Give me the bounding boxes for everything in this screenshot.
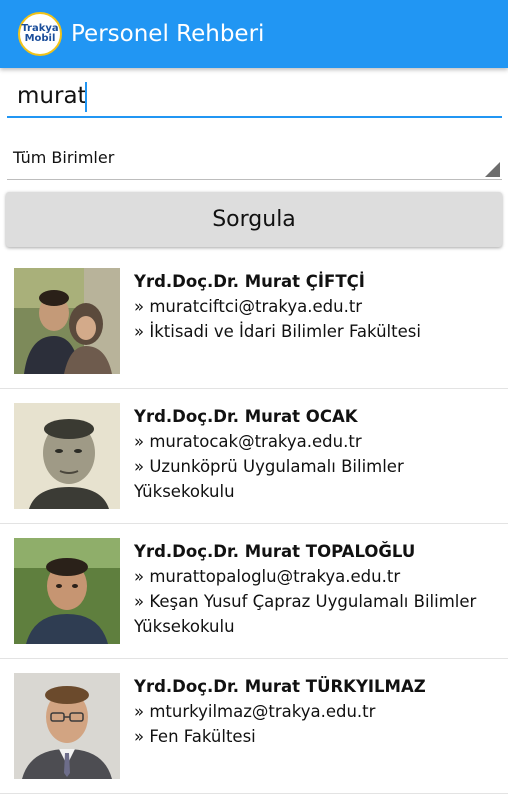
search-input[interactable] (7, 76, 502, 118)
person-unit: » Fen Fakültesi (134, 727, 256, 746)
person-name: Yrd.Doç.Dr. Murat TOPALOĞLU (134, 542, 416, 561)
person-unit: » Keşan Yusuf Çapraz Uygulamalı Bilimler… (134, 592, 477, 636)
text-cursor (85, 82, 87, 112)
person-email[interactable]: » mturkyilmaz@trakya.edu.tr (134, 699, 502, 724)
unit-select-value: Tüm Birimler (13, 147, 115, 167)
person-email[interactable]: » muratocak@trakya.edu.tr (134, 429, 502, 454)
app-bar: Trakya Mobil Personel Rehberi (0, 0, 508, 68)
person-name: Yrd.Doç.Dr. Murat OCAK (134, 407, 358, 426)
person-info: Yrd.Doç.Dr. Murat TOPALOĞLU » murattopal… (134, 540, 502, 639)
app-logo: Trakya Mobil (18, 12, 62, 56)
person-info: Yrd.Doç.Dr. Murat TÜRKYILMAZ » mturkyilm… (134, 675, 502, 749)
person-email[interactable]: » murattopaloglu@trakya.edu.tr (134, 564, 502, 589)
dropdown-arrow-icon (485, 162, 500, 177)
person-name: Yrd.Doç.Dr. Murat ÇİFTÇİ (134, 272, 365, 291)
list-item[interactable]: Yrd.Doç.Dr. Murat OCAK » muratocak@traky… (0, 389, 508, 524)
person-email[interactable]: » muratciftci@trakya.edu.tr (134, 294, 502, 319)
avatar (14, 538, 120, 644)
person-name: Yrd.Doç.Dr. Murat TÜRKYILMAZ (134, 677, 426, 696)
query-button[interactable]: Sorgula (6, 192, 502, 247)
avatar (14, 673, 120, 779)
results-list: Yrd.Doç.Dr. Murat ÇİFTÇİ » muratciftci@t… (0, 254, 508, 794)
person-info: Yrd.Doç.Dr. Murat OCAK » muratocak@traky… (134, 405, 502, 504)
person-unit: » İktisadi ve İdari Bilimler Fakültesi (134, 322, 421, 341)
avatar (14, 403, 120, 509)
logo-line-2: Mobil (24, 33, 56, 44)
avatar (14, 268, 120, 374)
list-item[interactable]: Yrd.Doç.Dr. Murat ÇİFTÇİ » muratciftci@t… (0, 254, 508, 389)
list-item[interactable]: Yrd.Doç.Dr. Murat TOPALOĞLU » murattopal… (0, 524, 508, 659)
list-item[interactable]: Yrd.Doç.Dr. Murat TÜRKYILMAZ » mturkyilm… (0, 659, 508, 794)
unit-select[interactable]: Tüm Birimler (7, 135, 502, 180)
app-title: Personel Rehberi (71, 21, 265, 47)
person-unit: » Uzunköprü Uygulamalı Bilimler Yüksekok… (134, 457, 404, 501)
person-info: Yrd.Doç.Dr. Murat ÇİFTÇİ » muratciftci@t… (134, 270, 502, 344)
